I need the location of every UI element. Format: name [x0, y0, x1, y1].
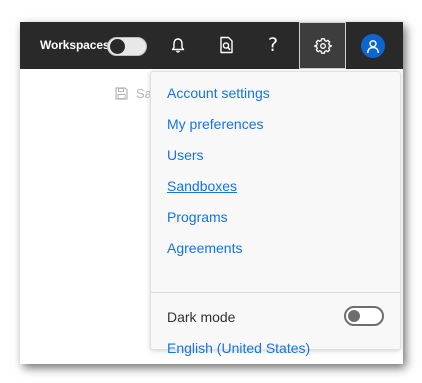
- workspaces-toggle-knob: [110, 39, 125, 54]
- language-selector-link[interactable]: English (United States): [167, 340, 310, 356]
- dark-mode-label: Dark mode: [167, 309, 236, 325]
- help-icon: ?: [267, 34, 279, 56]
- menu-item-sandboxes[interactable]: Sandboxes: [167, 178, 237, 194]
- notifications-button[interactable]: [165, 32, 191, 58]
- dark-mode-toggle-knob: [348, 310, 360, 322]
- menu-item-account-settings[interactable]: Account settings: [167, 85, 270, 101]
- save-button-partial: Sa: [115, 86, 152, 101]
- menu-item-agreements[interactable]: Agreements: [167, 240, 242, 256]
- settings-menu: Account settings My preferences Users Sa…: [150, 71, 401, 356]
- gear-icon: [313, 37, 332, 54]
- menu-item-programs[interactable]: Programs: [167, 209, 228, 225]
- workspaces-label: Workspaces: [40, 38, 110, 52]
- workspaces-toggle[interactable]: [107, 37, 147, 56]
- dark-mode-toggle[interactable]: [344, 306, 384, 326]
- document-search-button[interactable]: [214, 32, 240, 58]
- floppy-disk-icon: [115, 87, 128, 100]
- settings-button[interactable]: [299, 22, 346, 69]
- top-bar: Workspaces ?: [20, 22, 403, 69]
- user-avatar-icon: [367, 39, 379, 53]
- menu-divider: [151, 292, 400, 293]
- document-search-icon: [220, 36, 233, 54]
- help-button[interactable]: ?: [260, 32, 286, 58]
- bell-icon: [171, 37, 185, 53]
- menu-item-users[interactable]: Users: [167, 147, 204, 163]
- menu-item-my-preferences[interactable]: My preferences: [167, 116, 263, 132]
- user-avatar-button[interactable]: [361, 34, 385, 58]
- app-window: Workspaces ? Sa Account settings My pref…: [20, 22, 403, 364]
